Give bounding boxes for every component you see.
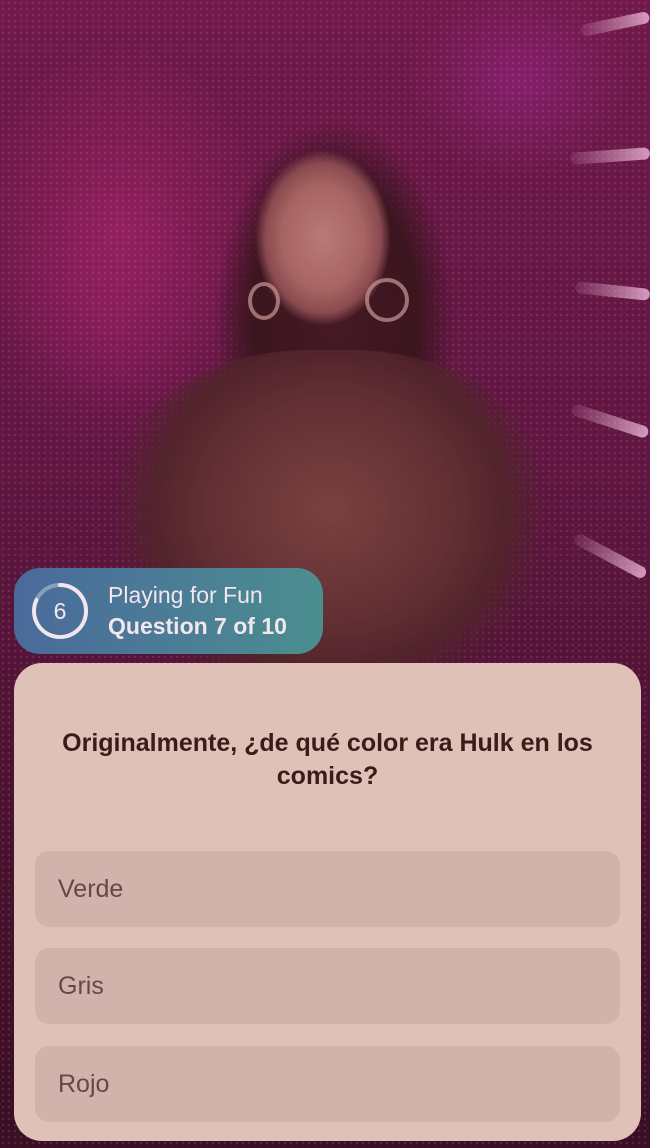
timer-value: 6 [53, 597, 67, 624]
question-card: Originalmente, ¿de qué color era Hulk en… [14, 663, 641, 1141]
answer-option-rojo[interactable]: Rojo [35, 1046, 620, 1122]
question-progress-label: Question 7 of 10 [108, 613, 287, 639]
game-status-pill: 6 Playing for Fun Question 7 of 10 [14, 568, 323, 654]
question-text: Originalmente, ¿de qué color era Hulk en… [62, 729, 593, 790]
game-mode-label: Playing for Fun [108, 582, 263, 608]
answer-option-label: Verde [58, 874, 124, 903]
answer-option-label: Rojo [58, 1069, 110, 1098]
answer-option-gris[interactable]: Gris [35, 948, 620, 1024]
answer-option-verde[interactable]: Verde [35, 851, 620, 927]
answer-option-label: Gris [58, 971, 104, 1000]
countdown-timer: 6 [30, 581, 90, 641]
status-text: Playing for Fun Question 7 of 10 [108, 580, 287, 642]
